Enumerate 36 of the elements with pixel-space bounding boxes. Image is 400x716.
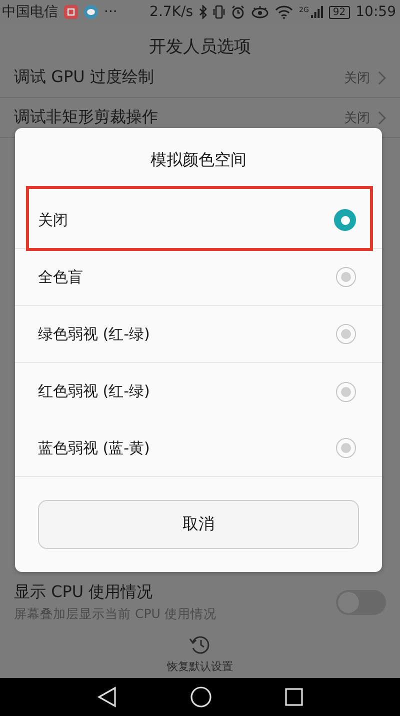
option-label[interactable]: 全色盲 <box>38 268 336 286</box>
radio-button[interactable] <box>336 382 356 402</box>
message-icon <box>84 5 98 19</box>
more-notifications: ··· <box>104 4 118 20</box>
vibrate-icon <box>213 5 226 19</box>
option-label[interactable]: 关闭 <box>38 210 334 230</box>
alarm-icon <box>231 5 246 19</box>
option-label[interactable]: 红色弱视 (红-绿) <box>38 382 336 401</box>
recents-icon[interactable] <box>285 688 304 706</box>
option-label[interactable]: 蓝色弱视 (蓝-黄) <box>38 438 336 458</box>
bluetooth-icon <box>199 5 208 19</box>
cancel-button[interactable]: 取消 <box>38 500 359 549</box>
eye-icon <box>251 5 270 19</box>
home-icon[interactable] <box>190 686 212 708</box>
setting-value: 关闭 <box>344 70 370 86</box>
battery-level: 92 <box>328 6 350 18</box>
setting-value: 关闭 <box>344 110 370 126</box>
app-icon <box>64 5 78 19</box>
setting-title: 显示 CPU 使用情况 <box>14 582 154 603</box>
setting-title: 调试 GPU 过度绘制 <box>14 67 155 88</box>
option-label[interactable]: 绿色弱视 (红-绿) <box>38 324 336 344</box>
signal-icon <box>310 6 323 18</box>
chevron-icon[interactable] <box>378 70 386 84</box>
chevron-icon[interactable] <box>378 110 386 124</box>
dialog-title: 模拟颜色空间 <box>150 148 248 170</box>
setting-title: 调试非矩形剪裁操作 <box>14 107 159 128</box>
wifi-icon <box>275 5 294 19</box>
network-speed: 2.7K/s <box>150 4 194 20</box>
carrier-name: 中国电信 <box>2 3 58 21</box>
back-icon[interactable] <box>96 686 117 708</box>
restore-icon[interactable] <box>189 634 211 656</box>
radio-button[interactable] <box>334 209 356 231</box>
clock-time: 10:59 <box>356 4 396 20</box>
radio-button[interactable] <box>336 324 356 344</box>
radio-button[interactable] <box>336 267 356 287</box>
radio-button[interactable] <box>336 438 356 458</box>
